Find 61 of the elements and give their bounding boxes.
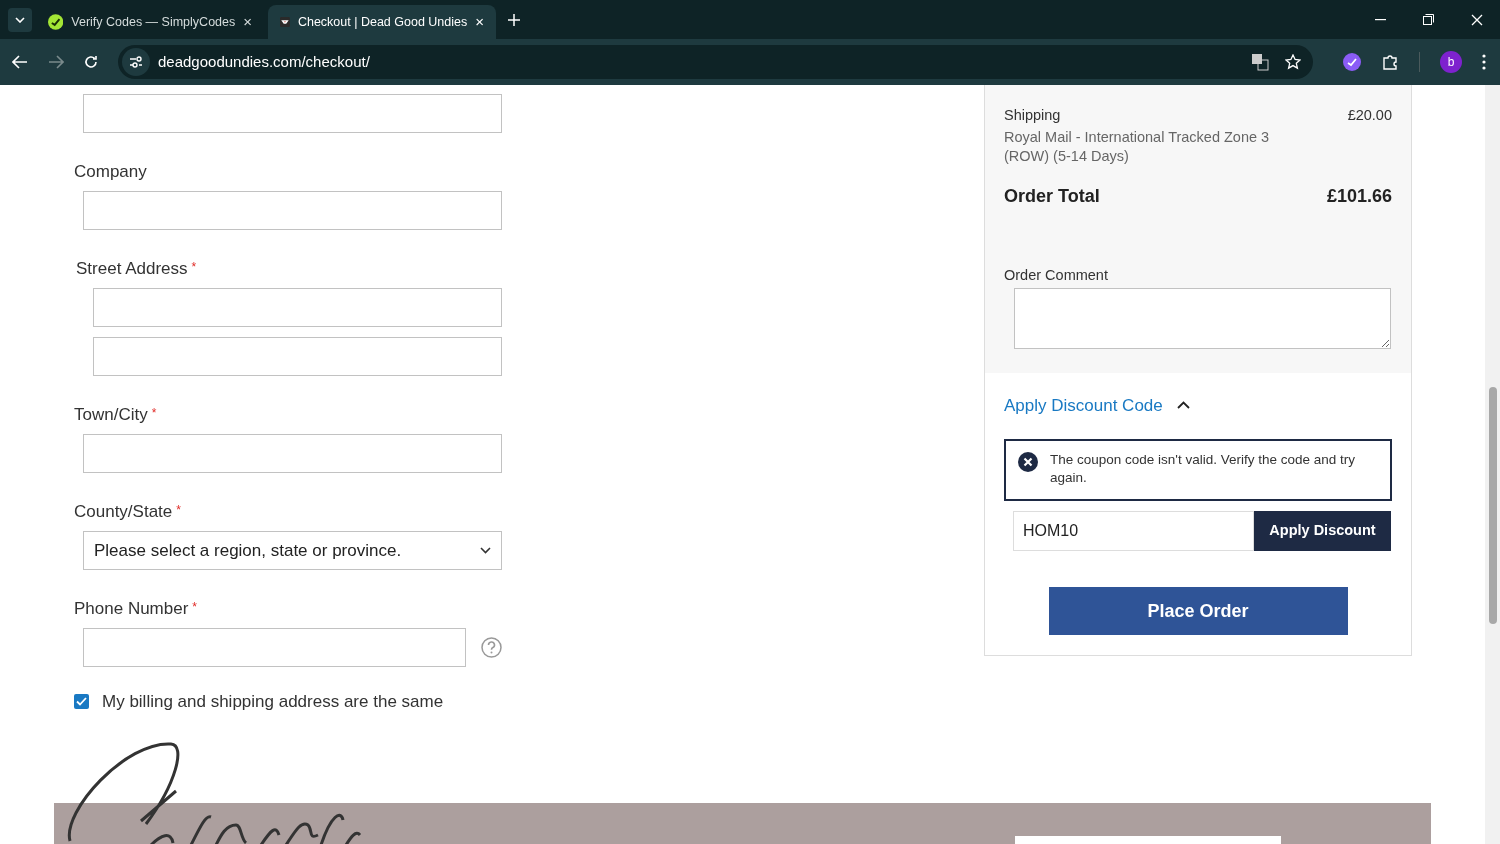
discount-toggle[interactable]: Apply Discount Code xyxy=(1004,392,1392,418)
checkbox[interactable] xyxy=(74,694,89,710)
close-icon[interactable]: × xyxy=(243,10,252,34)
chevron-down-icon xyxy=(15,16,25,23)
menu-icon[interactable] xyxy=(1482,54,1486,70)
reload-icon[interactable] xyxy=(84,55,98,69)
required-mark: * xyxy=(191,259,197,276)
field-label: Phone Number xyxy=(74,598,189,620)
order-total-label: Order Total xyxy=(1004,184,1100,208)
discount-code-input[interactable]: HOM10 xyxy=(1013,511,1254,551)
tab-title: Checkout | Dead Good Undies xyxy=(297,13,468,31)
restore-icon[interactable] xyxy=(1423,14,1434,25)
text-input[interactable] xyxy=(83,94,502,133)
chevron-down-icon xyxy=(480,547,491,554)
browser-tab[interactable]: Verify Codes — SimplyCodes × xyxy=(36,5,264,39)
text-input[interactable] xyxy=(83,434,502,473)
minimize-icon[interactable] xyxy=(1375,18,1386,21)
shipping-method: Royal Mail - International Tracked Zone 3 (ROW) (5-14 Days) xyxy=(1004,127,1271,166)
puzzle-icon[interactable] xyxy=(1381,53,1399,71)
place-order-button[interactable]: Place Order xyxy=(1048,587,1348,635)
url-text: deadgoodundies.com/checkout/ xyxy=(158,51,371,72)
tab-search-button[interactable] xyxy=(8,7,32,32)
required-mark: * xyxy=(176,502,181,519)
scrollbar-thumb[interactable] xyxy=(1489,387,1497,624)
error-message: The coupon code isn't valid. Verify the code and try again. xyxy=(1050,451,1356,487)
order-total-price: £101.66 xyxy=(1326,184,1392,208)
close-icon[interactable]: × xyxy=(475,10,484,34)
text-input[interactable] xyxy=(93,337,502,376)
extension-logo-icon[interactable] xyxy=(1343,53,1361,71)
close-icon[interactable] xyxy=(1471,13,1483,26)
site-logo-icon xyxy=(48,14,64,30)
help-icon[interactable] xyxy=(481,637,502,658)
back-icon[interactable] xyxy=(12,55,28,69)
tab-title: Verify Codes — SimplyCodes xyxy=(71,13,236,31)
text-input[interactable] xyxy=(93,288,502,327)
shipping-price: £20.00 xyxy=(1347,106,1392,125)
site-settings-icon[interactable] xyxy=(122,48,150,76)
checkbox-label: My billing and shipping address are the same xyxy=(102,691,444,713)
apply-discount-button[interactable]: Apply Discount xyxy=(1254,511,1391,551)
text-input[interactable] xyxy=(83,191,502,230)
forward-icon[interactable] xyxy=(48,55,64,69)
underwear-icon xyxy=(280,14,290,30)
error-icon xyxy=(1018,452,1038,472)
region-select[interactable]: Please select a region, state or province. xyxy=(83,531,502,570)
field-label: Town/City xyxy=(74,404,148,426)
comment-label: Order Comment xyxy=(1004,265,1109,285)
browser-tab[interactable]: Checkout | Dead Good Undies × xyxy=(268,5,496,39)
profile-avatar[interactable]: b xyxy=(1440,51,1462,73)
required-mark: * xyxy=(151,405,157,422)
translate-icon[interactable] xyxy=(1251,53,1269,71)
phone-input[interactable] xyxy=(83,628,466,667)
required-mark: * xyxy=(192,599,197,616)
scrollbar[interactable] xyxy=(1485,85,1500,844)
field-label: Company xyxy=(74,161,147,183)
field-label: Street Address xyxy=(76,258,188,280)
shipping-label: Shipping xyxy=(1004,106,1061,125)
address-bar[interactable]: deadgoodundies.com/checkout/ xyxy=(118,45,1313,79)
new-tab-icon[interactable] xyxy=(508,13,520,26)
field-label: County/State xyxy=(74,501,173,523)
chevron-up-icon xyxy=(1176,401,1190,410)
star-icon[interactable] xyxy=(1285,54,1301,70)
